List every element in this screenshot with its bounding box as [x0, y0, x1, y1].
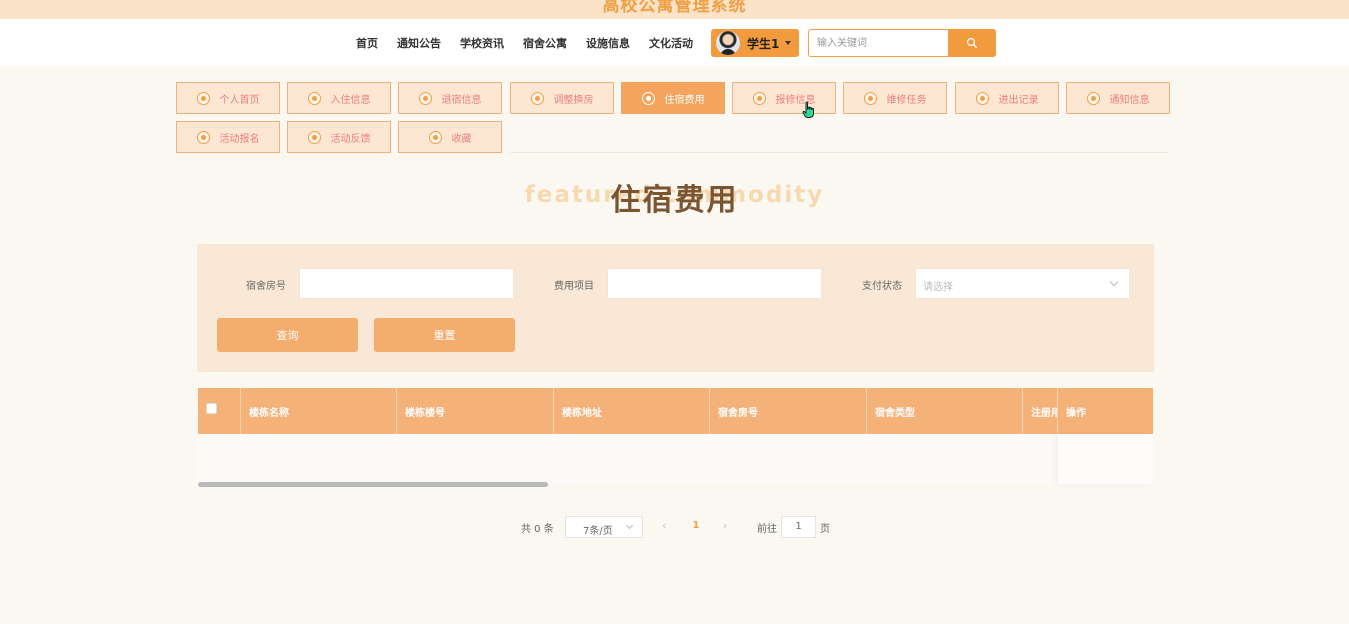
select-all-checkbox[interactable]: [206, 403, 217, 414]
nav-facilities[interactable]: 设施信息: [586, 35, 630, 51]
goto-page-input[interactable]: 1: [781, 516, 816, 538]
menu-item-icon: [1086, 91, 1100, 105]
payment-status-select[interactable]: 请选择: [915, 268, 1130, 299]
menu-item-icon: [975, 91, 989, 105]
menu-label: 进出记录: [998, 94, 1039, 106]
menu-label: 维修任务: [886, 94, 927, 106]
menu-room-change[interactable]: 调整换房: [510, 82, 614, 114]
caret-down-icon: [785, 41, 792, 45]
menu-label: 调整换房: [553, 94, 594, 106]
menu-activity-feedback[interactable]: 活动反馈: [287, 121, 391, 153]
menu-personal-home[interactable]: 个人首页: [176, 82, 280, 114]
payment-status-placeholder: 请选择: [923, 282, 953, 293]
fee-item-label: 费用项目: [554, 281, 594, 292]
nav-home[interactable]: 首页: [356, 35, 378, 51]
hand-pointer-icon: [802, 101, 814, 118]
search-button[interactable]: [948, 29, 996, 57]
menu-divider: [510, 152, 1168, 153]
page-size-select[interactable]: 7条/页: [565, 516, 643, 538]
column-header[interactable]: 注册用户: [1023, 388, 1058, 434]
menu-label: 活动反馈: [330, 133, 371, 145]
room-number-label: 宿舍房号: [246, 281, 286, 292]
column-header[interactable]: 宿舍类型: [867, 388, 1023, 434]
menu-item-icon: [196, 130, 210, 144]
page-heading: featured commodity 住宿费用: [0, 175, 1349, 218]
menu-item-icon: [307, 91, 321, 105]
table-header: 楼栋名称 楼栋楼号 楼栋地址 宿舍房号 宿舍类型 注册用户 操作: [198, 388, 1153, 434]
horizontal-scrollbar[interactable]: [198, 482, 548, 487]
nav-school-news[interactable]: 学校资讯: [460, 35, 504, 51]
menu-label: 通知信息: [1109, 94, 1150, 106]
column-header[interactable]: 楼栋地址: [554, 388, 710, 434]
menu-label: 住宿费用: [664, 94, 705, 106]
menu-checkin-info[interactable]: 入住信息: [287, 82, 391, 114]
menu-access-records[interactable]: 进出记录: [955, 82, 1059, 114]
next-page-button[interactable]: ›: [723, 519, 727, 532]
chevron-down-icon: [1109, 277, 1119, 287]
menu-label: 个人首页: [219, 94, 260, 106]
menu-item-icon: [196, 91, 210, 105]
site-title: 高校公寓管理系统: [602, 0, 747, 16]
top-banner: 高校公寓管理系统: [0, 0, 1349, 19]
chevron-down-icon: [625, 521, 634, 530]
menu-lodging-fees[interactable]: 住宿费用: [621, 82, 725, 114]
page-title: 住宿费用: [610, 183, 739, 218]
navbar: 首页 通知公告 学校资讯 宿舍公寓 设施信息 文化活动 学生1: [0, 19, 1349, 66]
nav-dorms[interactable]: 宿舍公寓: [523, 35, 567, 51]
prev-page-button[interactable]: ‹: [662, 519, 666, 532]
menu-item-icon: [530, 91, 544, 105]
user-name: 学生1: [747, 36, 780, 51]
column-header[interactable]: 楼栋名称: [241, 388, 397, 434]
menu-item-icon: [863, 91, 877, 105]
column-header: 操作: [1066, 407, 1086, 419]
page-unit-label: 页: [820, 524, 830, 535]
column-header[interactable]: 宿舍房号: [710, 388, 867, 434]
select-all-cell: [198, 388, 241, 434]
menu-repair-info[interactable]: 报修信息: [732, 82, 836, 114]
goto-label: 前往: [757, 524, 777, 535]
pagination: 共 0 条 7条/页 ‹ 1 › 前往 1 页: [0, 516, 1349, 538]
nav-activities[interactable]: 文化活动: [649, 35, 693, 51]
nav-notices[interactable]: 通知公告: [397, 35, 441, 51]
menu-item-icon: [641, 91, 655, 105]
menu-item-icon: [418, 91, 432, 105]
current-page[interactable]: 1: [684, 516, 708, 538]
menu-favorites[interactable]: 收藏: [398, 121, 502, 153]
nav-links: 首页 通知公告 学校资讯 宿舍公寓 设施信息 文化活动: [356, 19, 712, 66]
user-menu-button[interactable]: 学生1: [711, 29, 799, 57]
avatar: [716, 31, 740, 55]
menu-label: 退宿信息: [441, 94, 482, 106]
room-number-input[interactable]: [299, 268, 514, 299]
menu-item-icon: [428, 130, 442, 144]
pagination-total: 共 0 条: [521, 524, 554, 535]
menu-maintenance-tasks[interactable]: 维修任务: [843, 82, 947, 114]
menu-activity-signup[interactable]: 活动报名: [176, 121, 280, 153]
fixed-operation-column: [1058, 434, 1153, 484]
menu-label: 活动报名: [219, 133, 260, 145]
reset-button[interactable]: 重置: [374, 318, 515, 352]
query-button[interactable]: 查询: [217, 318, 358, 352]
filter-panel: 宿舍房号 费用项目 支付状态 请选择 查询 重置: [197, 244, 1154, 372]
menu-notifications[interactable]: 通知信息: [1066, 82, 1170, 114]
page-size-value: 7条/页: [583, 526, 613, 537]
menu-checkout-info[interactable]: 退宿信息: [398, 82, 502, 114]
menu-item-icon: [752, 91, 766, 105]
payment-status-label: 支付状态: [862, 281, 902, 292]
search-input[interactable]: [808, 29, 949, 57]
fee-item-input[interactable]: [607, 268, 822, 299]
menu-label: 收藏: [451, 133, 472, 145]
table-body-empty: [198, 434, 1153, 484]
column-header[interactable]: 楼栋楼号: [397, 388, 554, 434]
search-icon: [966, 37, 978, 49]
menu-label: 入住信息: [330, 94, 371, 106]
menu-item-icon: [307, 130, 321, 144]
